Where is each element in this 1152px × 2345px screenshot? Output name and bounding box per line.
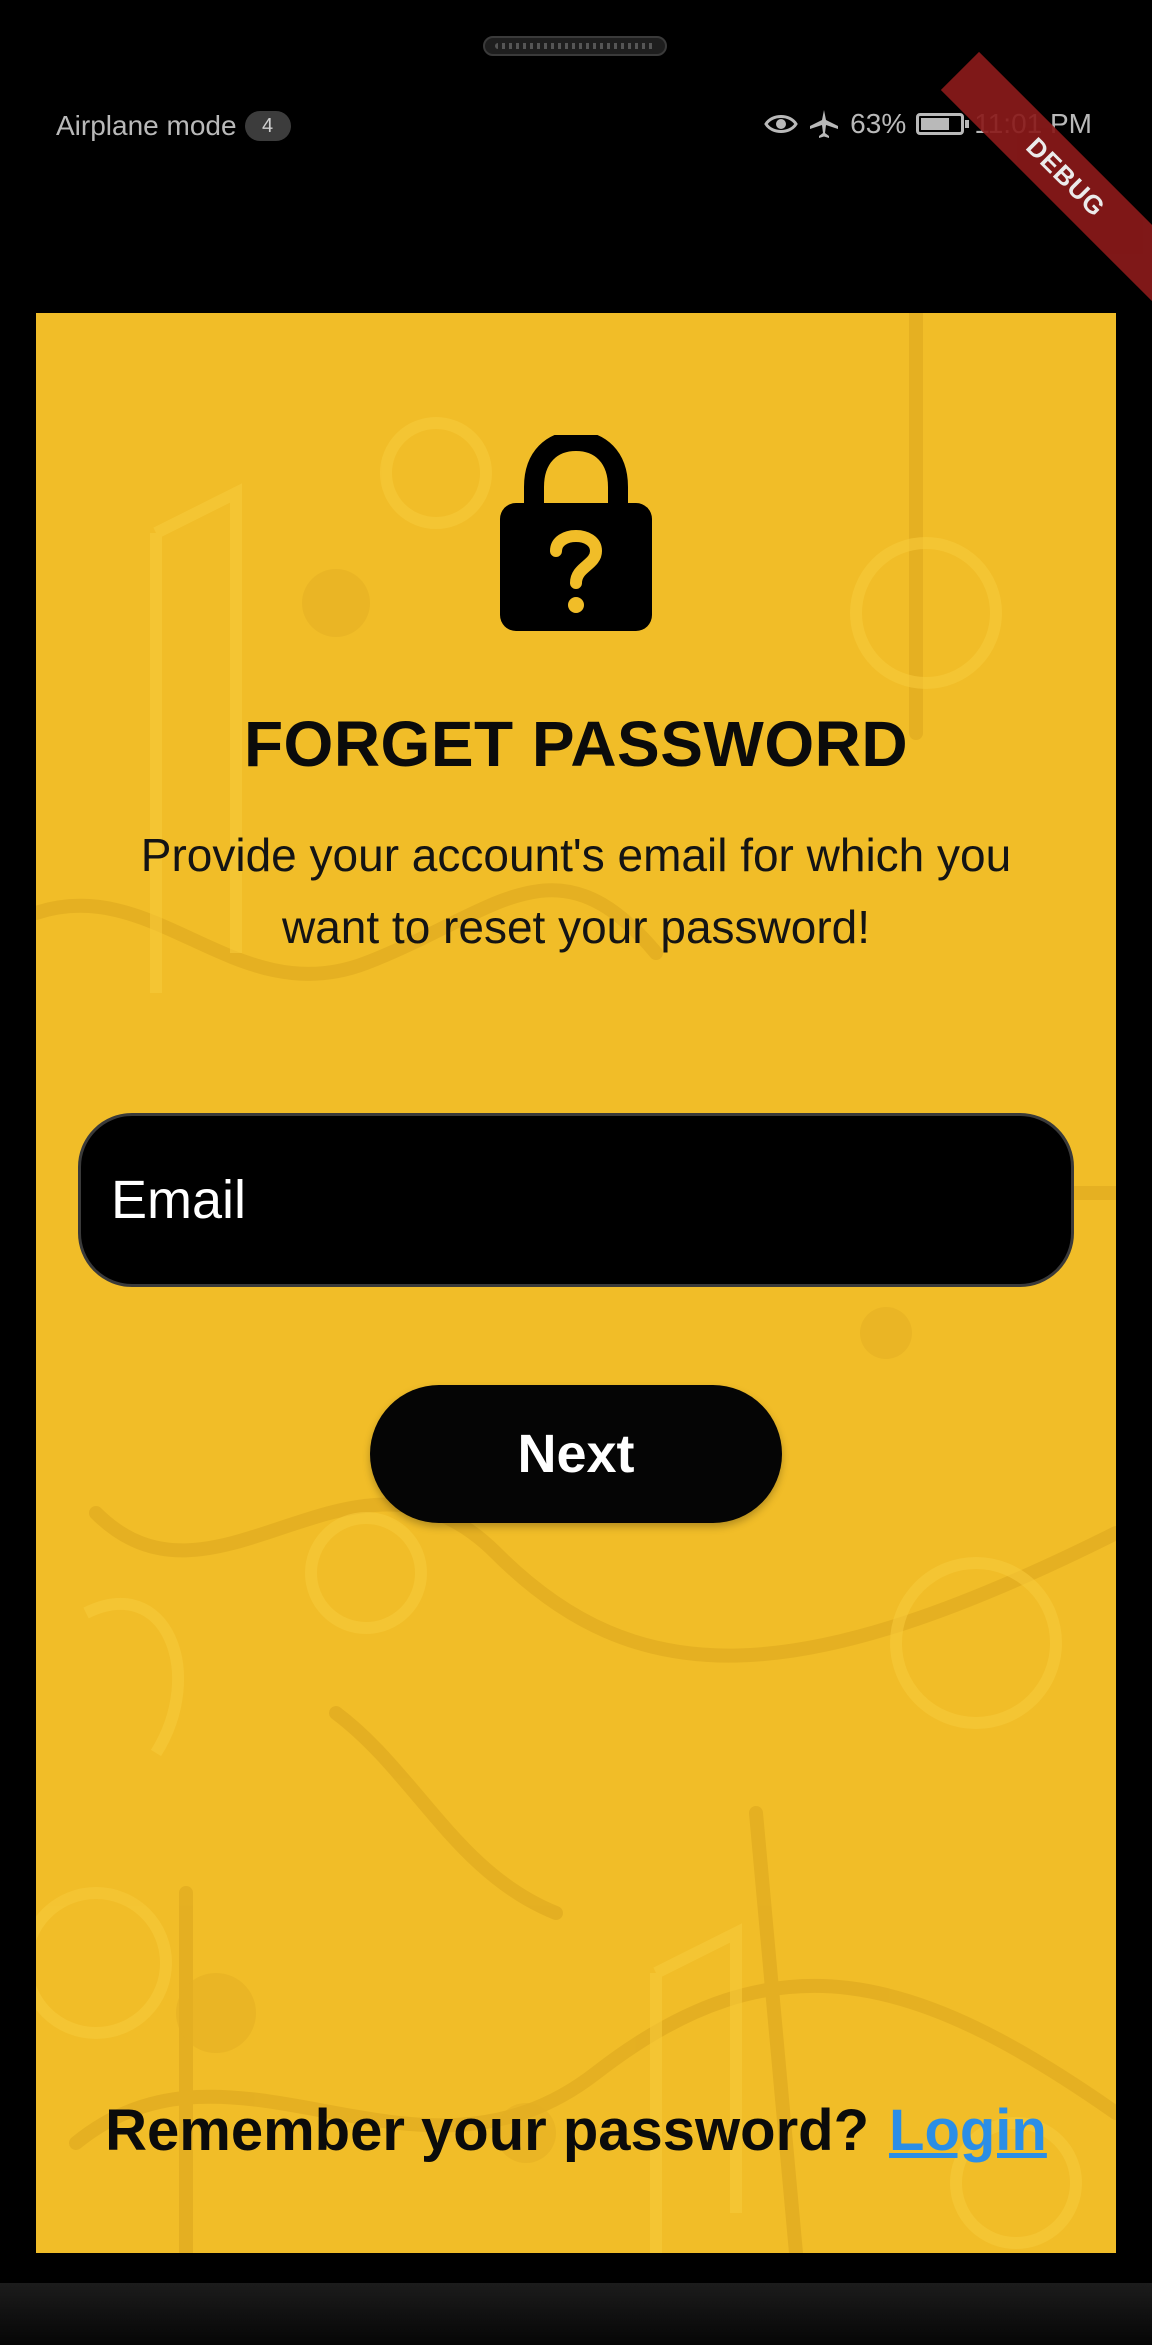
login-link[interactable]: Login: [889, 2098, 1047, 2163]
battery-percent: 63%: [850, 108, 907, 139]
debug-banner: DEBUG: [940, 51, 1152, 303]
speaker-grille: [483, 36, 667, 56]
device-frame: Airplane mode 4 63% 11:01 PM DEBUG: [0, 0, 1152, 2345]
eye-icon: [764, 115, 798, 133]
lock-question-icon: [500, 435, 652, 631]
airplane-icon: [810, 110, 839, 138]
device-bottom-bar: [0, 2283, 1152, 2345]
forgot-password-screen: FORGET PASSWORD Provide your account's e…: [36, 313, 1116, 2253]
instruction-text: Provide your account's email for which y…: [140, 829, 1012, 953]
remember-password-text: Remember your password?: [105, 2098, 870, 2163]
battery-charging-icon: [916, 113, 970, 135]
next-button[interactable]: Next: [370, 1385, 782, 1523]
airplane-mode-label: Airplane mode: [56, 110, 237, 141]
notification-count-badge: 4: [244, 111, 291, 141]
email-input[interactable]: [81, 1168, 1013, 1232]
login-prompt: Remember your password? Login: [36, 2097, 1116, 2164]
page-title: FORGET PASSWORD: [243, 708, 909, 780]
email-field[interactable]: [78, 1113, 1074, 1287]
